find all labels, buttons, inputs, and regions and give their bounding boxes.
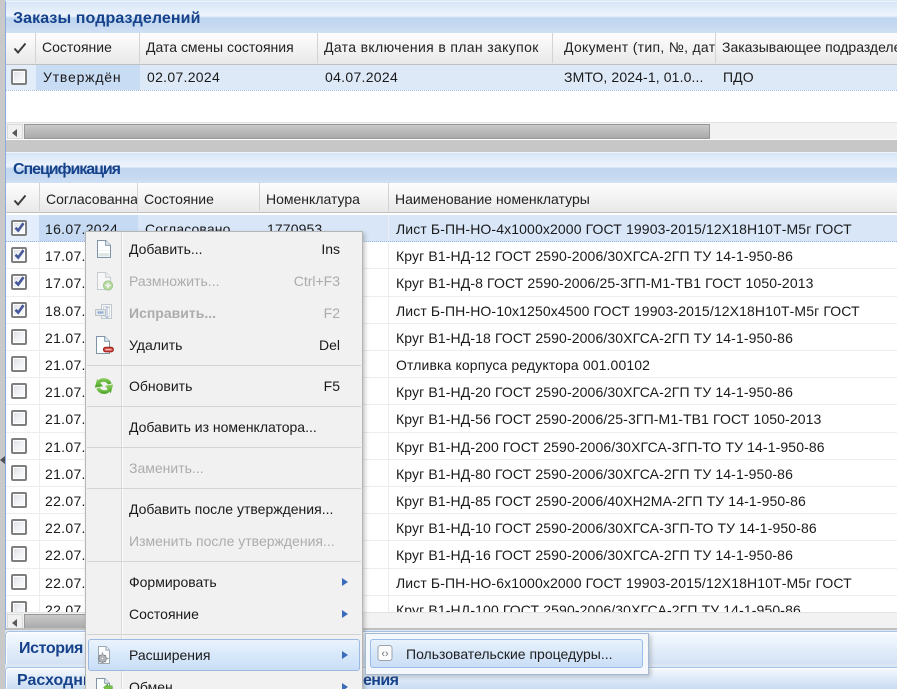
svg-text:‹›: ‹› xyxy=(381,648,389,660)
